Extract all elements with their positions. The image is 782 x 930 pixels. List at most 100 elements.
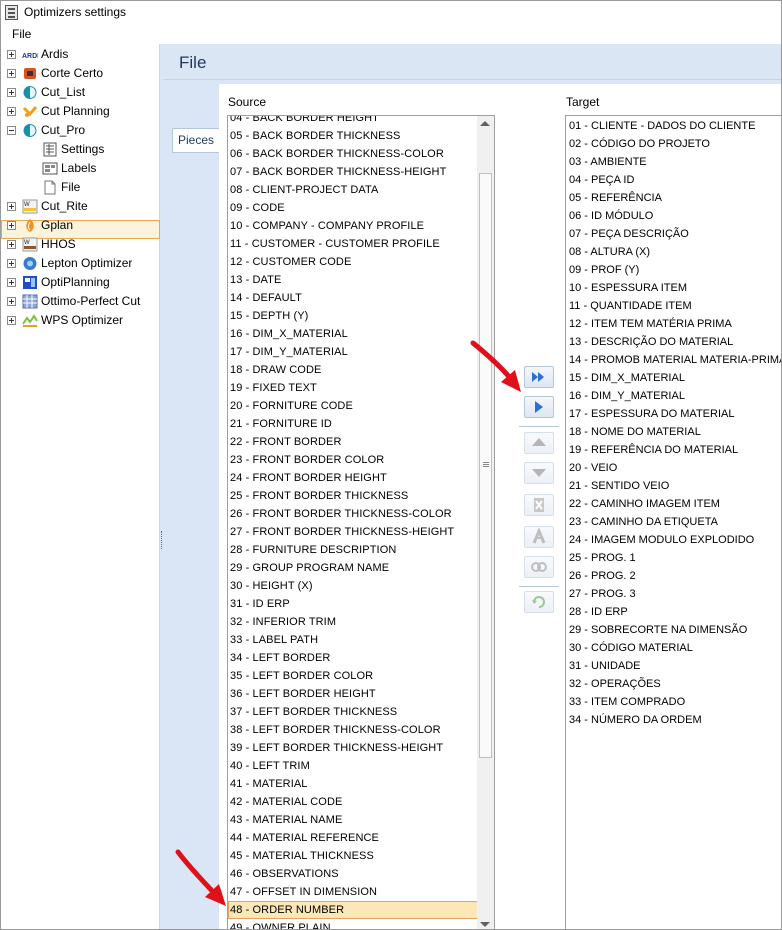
source-item[interactable]: 14 - DEFAULT — [228, 289, 478, 307]
target-item[interactable]: 09 - PROF (Y) — [566, 261, 781, 279]
tree-item-corte-certo[interactable]: Corte Certo — [1, 64, 160, 83]
scroll-thumb[interactable] — [479, 173, 492, 758]
source-item[interactable]: 47 - OFFSET IN DIMENSION — [228, 883, 478, 901]
target-item[interactable]: 01 - CLIENTE - DADOS DO CLIENTE — [566, 117, 781, 135]
tree-item-settings[interactable]: Settings — [1, 140, 160, 159]
source-list[interactable]: 04 - BACK BORDER HEIGHT 05 - BACK BORDER … — [227, 115, 495, 929]
add-all-button[interactable] — [524, 366, 554, 388]
source-item[interactable]: 40 - LEFT TRIM — [228, 757, 478, 775]
edit-button[interactable] — [524, 526, 554, 548]
collapse-icon[interactable] — [7, 126, 16, 135]
target-item[interactable]: 13 - DESCRIÇÃO DO MATERIAL — [566, 333, 781, 351]
target-item[interactable]: 12 - ITEM TEM MATÉRIA PRIMA — [566, 315, 781, 333]
target-item[interactable]: 17 - ESPESSURA DO MATERIAL — [566, 405, 781, 423]
source-item[interactable]: 30 - HEIGHT (X) — [228, 577, 478, 595]
source-item[interactable]: 26 - FRONT BORDER THICKNESS-COLOR — [228, 505, 478, 523]
target-item[interactable]: 05 - REFERÊNCIA — [566, 189, 781, 207]
source-item[interactable]: 25 - FRONT BORDER THICKNESS — [228, 487, 478, 505]
tree-item-cut-planning[interactable]: Cut Planning — [1, 102, 160, 121]
target-item[interactable]: 31 - UNIDADE — [566, 657, 781, 675]
target-item[interactable]: 22 - CAMINHO IMAGEM ITEM — [566, 495, 781, 513]
source-item[interactable]: 07 - BACK BORDER THICKNESS-HEIGHT — [228, 163, 478, 181]
tree-item-labels[interactable]: Labels — [1, 159, 160, 178]
target-item[interactable]: 23 - CAMINHO DA ETIQUETA — [566, 513, 781, 531]
target-item[interactable]: 21 - SENTIDO VEIO — [566, 477, 781, 495]
tree-item-cut-rite[interactable]: W Cut_Rite — [1, 197, 160, 216]
move-down-button[interactable] — [524, 462, 554, 484]
target-item[interactable]: 14 - PROMOB MATERIAL MATERIA-PRIMA — [566, 351, 781, 369]
link-button[interactable] — [524, 556, 554, 578]
tree-item-optiplanning[interactable]: OptiPlanning — [1, 273, 160, 292]
tree-item-cut-pro[interactable]: Cut_Pro — [1, 121, 160, 140]
source-item[interactable]: 45 - MATERIAL THICKNESS — [228, 847, 478, 865]
target-item[interactable]: 10 - ESPESSURA ITEM — [566, 279, 781, 297]
target-item[interactable]: 08 - ALTURA (X) — [566, 243, 781, 261]
tree-item-hhos[interactable]: W HHOS — [1, 235, 160, 254]
scroll-down-icon[interactable] — [480, 922, 490, 927]
source-item[interactable]: 15 - DEPTH (Y) — [228, 307, 478, 325]
move-up-button[interactable] — [524, 432, 554, 454]
tree-item-gplan[interactable]: Gplan — [1, 216, 160, 235]
add-selected-button[interactable] — [524, 396, 554, 418]
source-item[interactable]: 10 - COMPANY - COMPANY PROFILE — [228, 217, 478, 235]
target-item[interactable]: 33 - ITEM COMPRADO — [566, 693, 781, 711]
source-item[interactable]: 29 - GROUP PROGRAM NAME — [228, 559, 478, 577]
source-item[interactable]: 35 - LEFT BORDER COLOR — [228, 667, 478, 685]
tree-item-ottimo-perfect-cut[interactable]: Ottimo-Perfect Cut — [1, 292, 160, 311]
target-item[interactable]: 16 - DIM_Y_MATERIAL — [566, 387, 781, 405]
source-item[interactable]: 12 - CUSTOMER CODE — [228, 253, 478, 271]
source-item[interactable]: 06 - BACK BORDER THICKNESS-COLOR — [228, 145, 478, 163]
expand-icon[interactable] — [7, 88, 16, 97]
target-item[interactable]: 02 - CÓDIGO DO PROJETO — [566, 135, 781, 153]
target-item[interactable]: 27 - PROG. 3 — [566, 585, 781, 603]
source-scrollbar[interactable] — [477, 116, 494, 929]
target-item[interactable]: 28 - ID ERP — [566, 603, 781, 621]
expand-icon[interactable] — [7, 107, 16, 116]
target-item[interactable]: 15 - DIM_X_MATERIAL — [566, 369, 781, 387]
target-item[interactable]: 18 - NOME DO MATERIAL — [566, 423, 781, 441]
source-item[interactable]: 13 - DATE — [228, 271, 478, 289]
expand-icon[interactable] — [7, 278, 16, 287]
source-item[interactable]: 34 - LEFT BORDER — [228, 649, 478, 667]
target-item[interactable]: 03 - AMBIENTE — [566, 153, 781, 171]
source-item[interactable]: 28 - FURNITURE DESCRIPTION — [228, 541, 478, 559]
source-item[interactable]: 05 - BACK BORDER THICKNESS — [228, 127, 478, 145]
source-item[interactable]: 21 - FORNITURE ID — [228, 415, 478, 433]
source-item[interactable]: 36 - LEFT BORDER HEIGHT — [228, 685, 478, 703]
expand-icon[interactable] — [7, 259, 16, 268]
target-item[interactable]: 24 - IMAGEM MODULO EXPLODIDO — [566, 531, 781, 549]
target-item[interactable]: 32 - OPERAÇÕES — [566, 675, 781, 693]
source-item[interactable]: 42 - MATERIAL CODE — [228, 793, 478, 811]
source-item[interactable]: 09 - CODE — [228, 199, 478, 217]
tree-item-ardis[interactable]: ARDISArdis — [1, 45, 160, 64]
source-item[interactable]: 37 - LEFT BORDER THICKNESS — [228, 703, 478, 721]
source-item[interactable]: 49 - OWNER PLAIN — [228, 919, 478, 929]
source-item[interactable]: 23 - FRONT BORDER COLOR — [228, 451, 478, 469]
source-item[interactable]: 18 - DRAW CODE — [228, 361, 478, 379]
source-item[interactable]: 44 - MATERIAL REFERENCE — [228, 829, 478, 847]
target-item[interactable]: 04 - PEÇA ID — [566, 171, 781, 189]
target-item[interactable]: 20 - VEIO — [566, 459, 781, 477]
target-item[interactable]: 30 - CÓDIGO MATERIAL — [566, 639, 781, 657]
target-item[interactable]: 34 - NÚMERO DA ORDEM — [566, 711, 781, 729]
target-item[interactable]: 29 - SOBRECORTE NA DIMENSÃO — [566, 621, 781, 639]
tree-item-wps-optimizer[interactable]: WPS Optimizer — [1, 311, 160, 330]
target-item[interactable]: 11 - QUANTIDADE ITEM — [566, 297, 781, 315]
target-list[interactable]: 01 - CLIENTE - DADOS DO CLIENTE 02 - CÓDI… — [565, 115, 781, 929]
source-item[interactable]: 32 - INFERIOR TRIM — [228, 613, 478, 631]
remove-button[interactable] — [524, 494, 554, 516]
source-item[interactable]: 20 - FORNITURE CODE — [228, 397, 478, 415]
target-item[interactable]: 19 - REFERÊNCIA DO MATERIAL — [566, 441, 781, 459]
expand-icon[interactable] — [7, 316, 16, 325]
expand-icon[interactable] — [7, 202, 16, 211]
expand-icon[interactable] — [7, 50, 16, 59]
source-item[interactable]: 27 - FRONT BORDER THICKNESS-HEIGHT — [228, 523, 478, 541]
source-item[interactable]: 11 - CUSTOMER - CUSTOMER PROFILE — [228, 235, 478, 253]
expand-icon[interactable] — [7, 240, 16, 249]
source-item[interactable]: 48 - ORDER NUMBER — [228, 901, 478, 919]
tree-item-lepton-optimizer[interactable]: Lepton Optimizer — [1, 254, 160, 273]
tab-pieces[interactable]: Pieces — [172, 128, 219, 153]
source-item[interactable]: 39 - LEFT BORDER THICKNESS-HEIGHT — [228, 739, 478, 757]
expand-icon[interactable] — [7, 69, 16, 78]
source-item[interactable]: 16 - DIM_X_MATERIAL — [228, 325, 478, 343]
